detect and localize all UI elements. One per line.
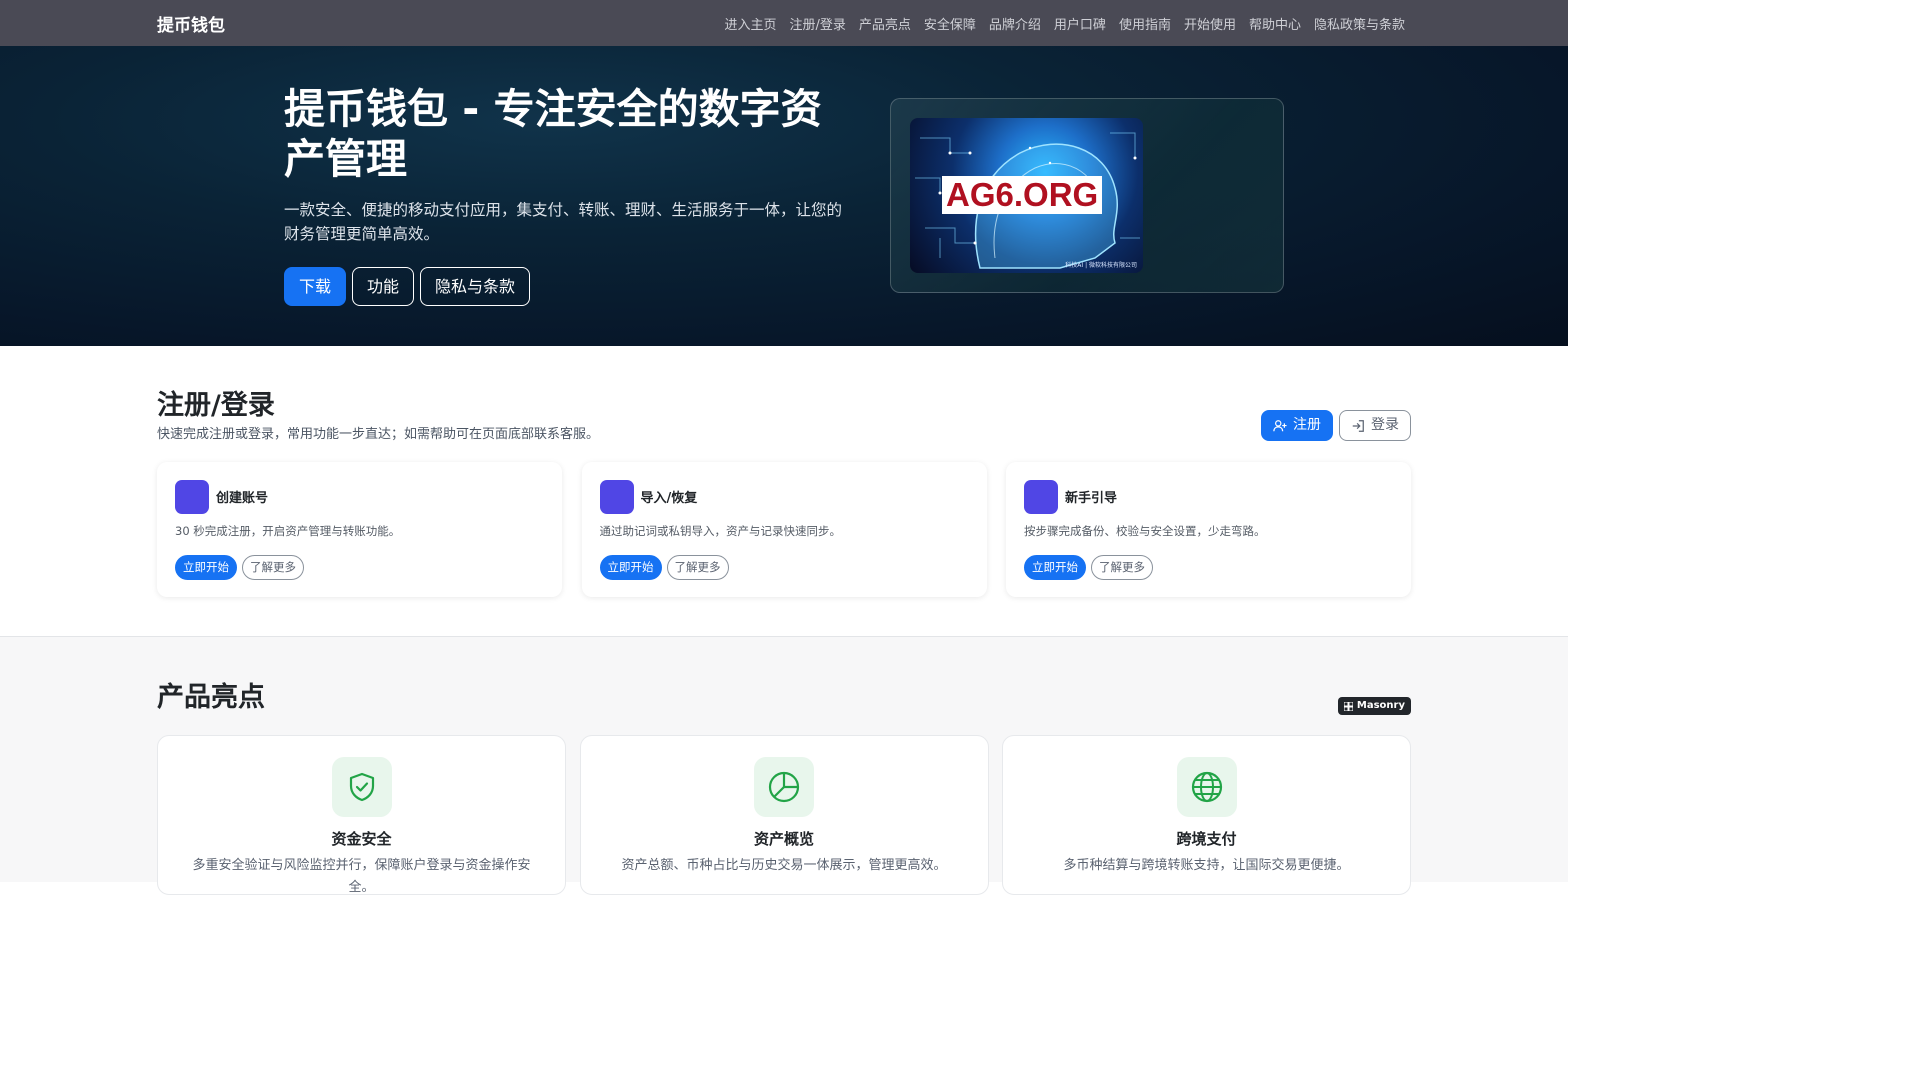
nav-link-security[interactable]: 安全保障 [924, 14, 976, 33]
register-section-title: 注册/登录 [157, 390, 275, 421]
nav-link-register-login[interactable]: 注册/登录 [789, 14, 845, 33]
nav-link-get-started[interactable]: 开始使用 [1184, 14, 1236, 33]
feature-card-asset-overview: 资产概览 资产总额、币种占比与历史交易一体展示，管理更高效。 [579, 735, 989, 895]
top-navbar: 提币钱包 进入主页 注册/登录 产品亮点 安全保障 品牌介绍 用户口碑 使用指南… [0, 0, 1568, 46]
register-section-description: 快速完成注册或登录，常用功能一步直达；如需帮助可在页面底部联系客服。 [157, 427, 600, 442]
hero-image-card: AG6.ORG 科技AI | 微软科技有限公司 [890, 98, 1284, 293]
globe-icon [1176, 757, 1237, 817]
nav-link-reviews[interactable]: 用户口碑 [1054, 14, 1106, 33]
pie-chart-icon [754, 757, 814, 817]
feature-description: 资产总额、币种占比与历史交易一体展示，管理更高效。 [621, 858, 947, 873]
feature-card-fund-security: 资金安全 多重安全验证与风险监控并行，保障账户登录与资金操作安全。 [157, 735, 566, 895]
privacy-terms-button[interactable]: 隐私与条款 [420, 267, 531, 306]
card-create-account: 创建账号 30 秒完成注册，开启资产管理与转账功能。 立即开始 了解更多 [157, 462, 562, 597]
learn-more-button[interactable]: 了解更多 [1091, 555, 1153, 580]
nav-link-brand[interactable]: 品牌介绍 [989, 14, 1041, 33]
start-now-button[interactable]: 立即开始 [1024, 555, 1086, 580]
card-actions: 立即开始 了解更多 [175, 555, 304, 580]
card-icon-square [599, 480, 634, 514]
grid-icon [1343, 701, 1353, 711]
features-section-title: 产品亮点 [157, 682, 265, 713]
feature-title: 资金安全 [331, 830, 392, 848]
hero-banner-image: AG6.ORG 科技AI | 微软科技有限公司 [910, 118, 1143, 273]
register-actions: 注册 登录 [1261, 410, 1411, 441]
card-actions: 立即开始 了解更多 [1024, 555, 1153, 580]
hero-buttons: 下载 功能 隐私与条款 [284, 267, 531, 306]
nav-link-home[interactable]: 进入主页 [724, 14, 776, 33]
card-description: 通过助记词或私钥导入，资产与记录快速同步。 [599, 524, 842, 538]
card-title: 新手引导 [1065, 491, 1118, 506]
features-section: 产品亮点 Masonry 资金安全 多重安全验证与风险监控并行，保障账户登录与资… [0, 636, 1568, 895]
masonry-badge: Masonry [1337, 697, 1411, 715]
card-beginner-guide: 新手引导 按步骤完成备份、校验与安全设置，少走弯路。 立即开始 了解更多 [1006, 462, 1411, 597]
card-description: 30 秒完成注册，开启资产管理与转账功能。 [175, 524, 401, 538]
login-icon [1352, 419, 1364, 432]
learn-more-button[interactable]: 了解更多 [242, 555, 304, 580]
start-now-button[interactable]: 立即开始 [599, 555, 662, 580]
feature-card-cross-border: 跨境支付 多币种结算与跨境转账支持，让国际交易更便捷。 [1002, 735, 1411, 895]
signup-label: 注册 [1293, 417, 1321, 433]
nav-link-privacy[interactable]: 隐私政策与条款 [1314, 14, 1405, 33]
download-button[interactable]: 下载 [284, 267, 347, 306]
hero-title: 提币钱包 - 专注安全的数字资产管理 [284, 85, 822, 183]
feature-cards: 资金安全 多重安全验证与风险监控并行，保障账户登录与资金操作安全。 资产概览 资… [157, 735, 1411, 895]
image-watermark-label: AG6.ORG [942, 176, 1103, 214]
nav-link-highlights[interactable]: 产品亮点 [859, 14, 911, 33]
card-title: 导入/恢复 [640, 491, 698, 506]
signup-button[interactable]: 注册 [1261, 410, 1333, 441]
feature-description: 多币种结算与跨境转账支持，让国际交易更便捷。 [1063, 858, 1350, 873]
card-actions: 立即开始 了解更多 [599, 555, 729, 580]
masonry-label: Masonry [1356, 700, 1405, 711]
card-title: 创建账号 [216, 491, 269, 506]
card-description: 按步骤完成备份、校验与安全设置，少走弯路。 [1024, 524, 1266, 538]
card-icon-square [175, 480, 209, 514]
learn-more-button[interactable]: 了解更多 [666, 555, 729, 580]
feature-title: 资产概览 [753, 830, 814, 848]
shield-check-icon [331, 757, 392, 817]
nav-link-help[interactable]: 帮助中心 [1249, 14, 1301, 33]
nav-link-guide[interactable]: 使用指南 [1119, 14, 1171, 33]
card-import-restore: 导入/恢复 通过助记词或私钥导入，资产与记录快速同步。 立即开始 了解更多 [581, 462, 987, 597]
feature-title: 跨境支付 [1176, 830, 1237, 848]
login-button[interactable]: 登录 [1339, 410, 1411, 441]
feature-description: 多重安全验证与风险监控并行，保障账户登录与资金操作安全。 [192, 858, 531, 895]
register-cards: 创建账号 30 秒完成注册，开启资产管理与转账功能。 立即开始 了解更多 导入/… [157, 462, 1411, 597]
card-icon-square [1024, 480, 1058, 514]
features-button[interactable]: 功能 [352, 267, 415, 306]
user-plus-icon [1273, 419, 1287, 431]
hero-section: 提币钱包 - 专注安全的数字资产管理 一款安全、便捷的移动支付应用，集支付、转账… [0, 46, 1568, 346]
image-footer-text: 科技AI | 微软科技有限公司 [1065, 262, 1137, 269]
hero-subtitle: 一款安全、便捷的移动支付应用，集支付、转账、理财、生活服务于一体，让您的财务管理… [284, 201, 843, 243]
nav-links: 进入主页 注册/登录 产品亮点 安全保障 品牌介绍 用户口碑 使用指南 开始使用… [724, 0, 1405, 46]
login-label: 登录 [1371, 417, 1399, 433]
start-now-button[interactable]: 立即开始 [175, 555, 237, 580]
brand-logo[interactable]: 提币钱包 [157, 11, 225, 36]
